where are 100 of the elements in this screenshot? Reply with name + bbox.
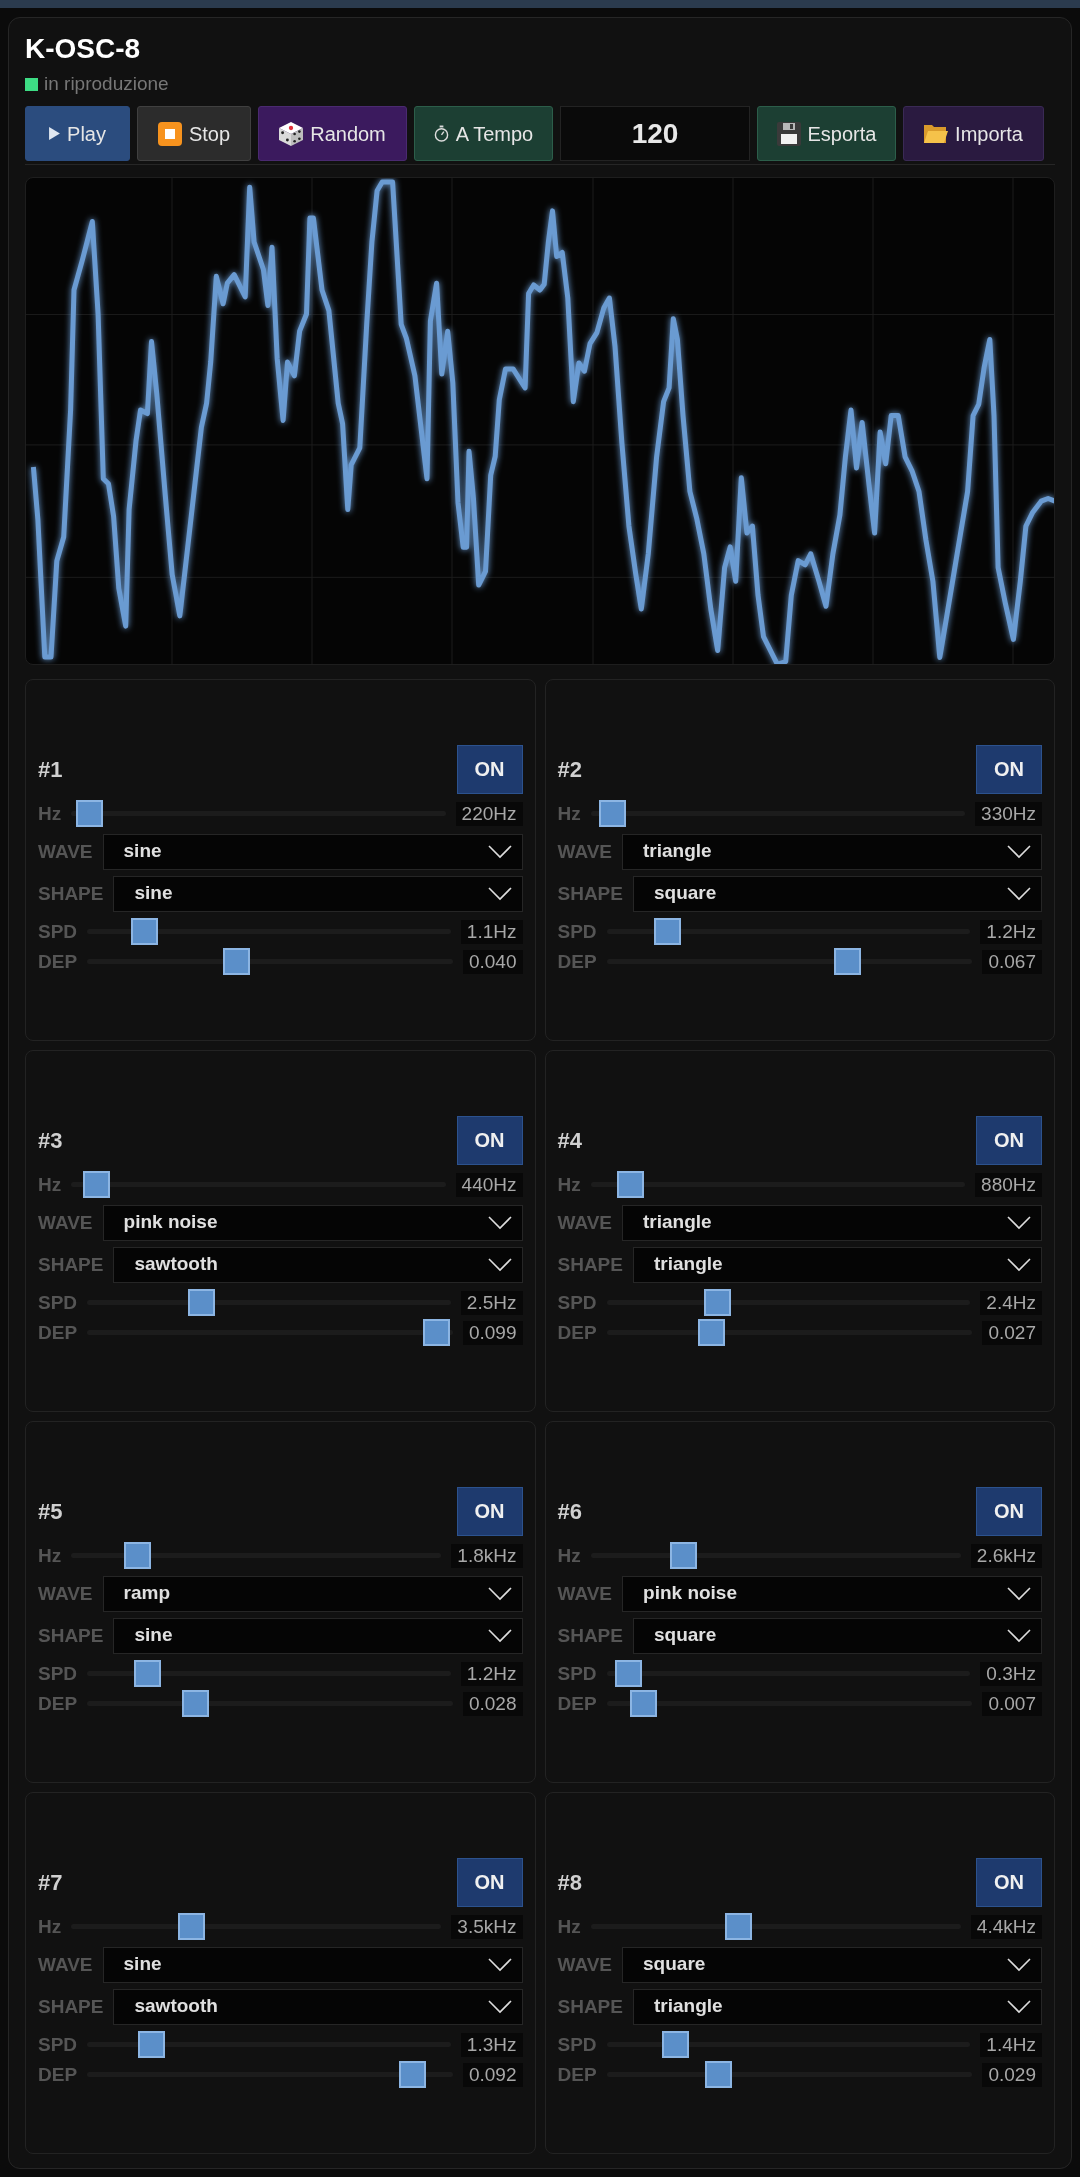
app-title: K-OSC-8 [25, 34, 142, 64]
slider[interactable] [87, 918, 451, 945]
power-button[interactable]: ON [456, 1857, 523, 1907]
slider-thumb[interactable] [398, 2061, 426, 2088]
slider-thumb[interactable] [630, 1690, 658, 1717]
slider-thumb[interactable] [137, 2031, 165, 2058]
import-button[interactable]: Importa [903, 106, 1044, 161]
dropdown[interactable]: ramp [102, 1575, 523, 1612]
slider-thumb[interactable] [83, 1171, 111, 1198]
dropdown[interactable]: triangle [632, 1988, 1042, 2025]
dice-icon [279, 121, 304, 146]
dropdown[interactable]: sine [113, 1617, 523, 1654]
slider-thumb[interactable] [422, 1319, 450, 1346]
power-button[interactable]: ON [456, 1115, 523, 1165]
slider-thumb[interactable] [833, 948, 861, 975]
slider[interactable] [71, 1542, 442, 1569]
power-button[interactable]: ON [976, 1486, 1042, 1536]
dropdown[interactable]: sine [102, 833, 523, 870]
slider-thumb[interactable] [653, 918, 681, 945]
chevron-down-icon [1007, 1628, 1031, 1643]
dropdown[interactable]: sawtooth [113, 1988, 523, 2025]
dropdown[interactable]: triangle [622, 1204, 1042, 1241]
slider[interactable] [71, 800, 446, 827]
slider-thumb[interactable] [188, 1289, 216, 1316]
stopwatch-icon [433, 125, 449, 142]
dropdown[interactable]: square [632, 1617, 1042, 1654]
dropdown-label: SHAPE [557, 1252, 623, 1277]
play-button[interactable]: Play [25, 106, 130, 161]
slider-label: SPD [557, 2032, 597, 2057]
slider-thumb[interactable] [181, 1690, 209, 1717]
dropdown[interactable]: triangle [632, 1246, 1042, 1283]
slider-value: 2.4Hz [980, 1290, 1042, 1315]
slider-value: 2.5Hz [460, 1290, 523, 1315]
dropdown[interactable]: square [632, 875, 1042, 912]
power-button[interactable]: ON [456, 1486, 523, 1536]
slider[interactable] [606, 1319, 973, 1346]
dropdown[interactable]: triangle [622, 833, 1042, 870]
power-button[interactable]: ON [456, 744, 523, 794]
export-button[interactable]: Esporta [757, 106, 896, 161]
slider[interactable] [87, 2061, 453, 2088]
dropdown-label: SHAPE [38, 1994, 104, 2019]
stop-button[interactable]: Stop [137, 106, 251, 161]
slider-thumb[interactable] [698, 1319, 726, 1346]
slider[interactable] [606, 918, 971, 945]
random-button[interactable]: Random [258, 106, 407, 161]
slider-thumb[interactable] [724, 1913, 752, 1940]
slider-thumb[interactable] [669, 1542, 697, 1569]
slider-thumb[interactable] [134, 1660, 162, 1687]
tempo-button[interactable]: A Tempo [414, 106, 553, 161]
slider-thumb[interactable] [130, 918, 158, 945]
slider-label: Hz [557, 1172, 581, 1197]
slider[interactable] [87, 1690, 453, 1717]
play-icon [49, 127, 61, 140]
slider[interactable] [87, 1660, 451, 1687]
slider[interactable] [590, 1913, 961, 1940]
dropdown[interactable]: square [622, 1946, 1042, 1983]
dropdown[interactable]: sine [102, 1946, 523, 1983]
slider-thumb[interactable] [662, 2031, 690, 2058]
slider-thumb[interactable] [177, 1913, 205, 1940]
dropdown[interactable]: pink noise [102, 1204, 523, 1241]
slider-label: DEP [557, 2062, 597, 2087]
slider[interactable] [606, 2061, 973, 2088]
power-button[interactable]: ON [976, 1115, 1042, 1165]
slider-thumb[interactable] [599, 800, 627, 827]
slider[interactable] [590, 1542, 961, 1569]
slider[interactable] [606, 1289, 971, 1316]
slider-thumb[interactable] [704, 1289, 732, 1316]
slider[interactable] [606, 1660, 971, 1687]
dropdown[interactable]: pink noise [622, 1575, 1042, 1612]
bpm-field[interactable]: 120 [560, 106, 750, 161]
slider[interactable] [87, 948, 453, 975]
slider[interactable] [606, 1690, 973, 1717]
slider-thumb[interactable] [704, 2061, 732, 2088]
dropdown[interactable]: sine [113, 875, 523, 912]
slider[interactable] [606, 948, 973, 975]
dropdown-label: WAVE [38, 1210, 93, 1235]
slider[interactable] [87, 1289, 451, 1316]
slider-thumb[interactable] [222, 948, 250, 975]
slider-value: 1.2Hz [460, 1661, 523, 1686]
slider[interactable] [71, 1171, 446, 1198]
slider[interactable] [590, 800, 966, 827]
slider-thumb[interactable] [76, 800, 104, 827]
power-button[interactable]: ON [976, 1857, 1042, 1907]
oscillator-title: #5 [38, 1497, 63, 1526]
dropdown-label: WAVE [38, 1581, 93, 1606]
dropdown[interactable]: sawtooth [113, 1246, 523, 1283]
slider-value: 0.007 [982, 1691, 1042, 1716]
slider[interactable] [590, 1171, 966, 1198]
slider[interactable] [87, 1319, 453, 1346]
slider-thumb[interactable] [124, 1542, 152, 1569]
slider-value: 220Hz [455, 801, 523, 826]
slider-thumb[interactable] [615, 1660, 642, 1687]
slider-thumb[interactable] [616, 1171, 644, 1198]
slider-value: 1.4Hz [980, 2032, 1042, 2057]
slider-value: 1.8kHz [451, 1543, 523, 1568]
slider[interactable] [606, 2031, 971, 2058]
dropdown-label: WAVE [557, 1581, 613, 1606]
slider[interactable] [87, 2031, 451, 2058]
power-button[interactable]: ON [976, 744, 1042, 794]
slider[interactable] [71, 1913, 442, 1940]
